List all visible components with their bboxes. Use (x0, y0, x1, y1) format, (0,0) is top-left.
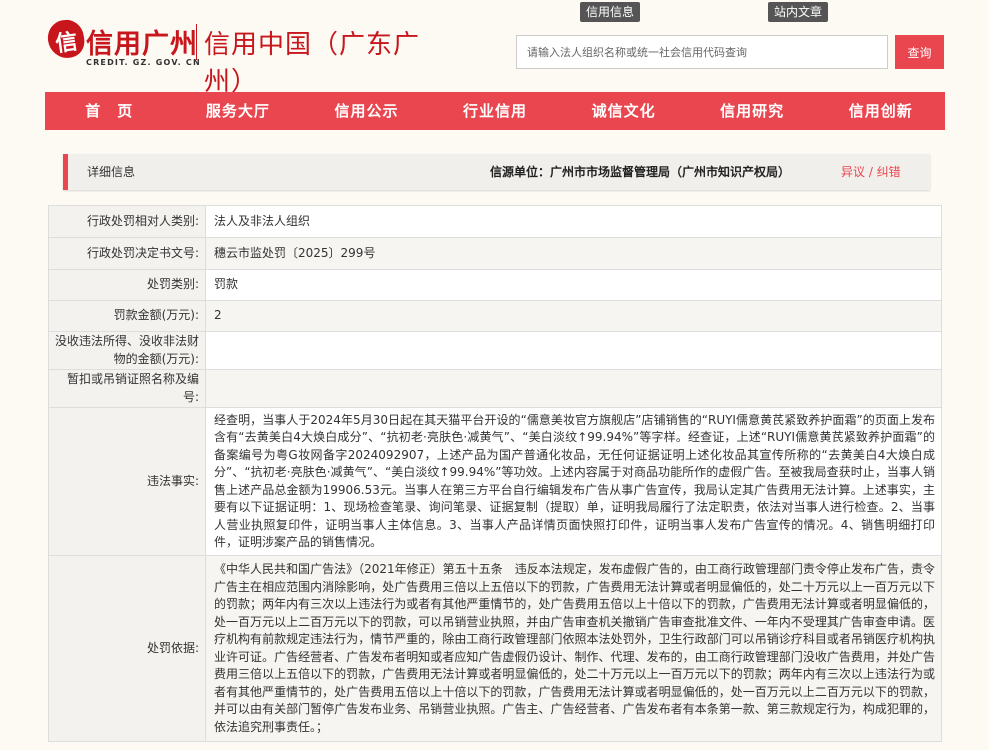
row-label: 违法事实: (48, 407, 206, 556)
table-row: 行政处罚决定书文号: 穗云市监处罚〔2025〕299号 (48, 237, 942, 270)
accent-stripe (63, 154, 68, 190)
row-label: 处罚类别: (48, 269, 206, 301)
search-box (516, 35, 888, 69)
site-header: 信 信用广州 信用中国（广东广州） CREDIT. GZ. GOV. CN 信用… (0, 0, 989, 97)
nav-item-credit-research[interactable]: 信用研究 (688, 92, 817, 130)
nav-item-home[interactable]: 首 页 (45, 92, 174, 130)
logo-domain: CREDIT. GZ. GOV. CN (86, 58, 201, 67)
logo-title: 信用广州 (86, 29, 198, 60)
row-label: 行政处罚相对人类别: (48, 205, 206, 238)
row-value: 经查明，当事人于2024年5月30日起在其天猫平台开设的“儒意美妆官方旗舰店”店… (205, 407, 942, 556)
row-value: 2 (205, 300, 942, 332)
nav-item-integrity-culture[interactable]: 诚信文化 (559, 92, 688, 130)
table-row: 行政处罚相对人类别: 法人及非法人组织 (48, 205, 942, 238)
row-label: 暂扣或吊销证照名称及编号: (48, 369, 206, 408)
row-value: 《中华人民共和国广告法》（2021年修正）第五十五条 违反本法规定，发布虚假广告… (205, 555, 942, 742)
tab-site-articles[interactable]: 站内文章 (768, 2, 829, 22)
row-value: 法人及非法人组织 (205, 205, 942, 238)
logo-emblem-icon: 信 (45, 17, 87, 61)
row-label: 没收违法所得、没收非法财物的金额(万元): (48, 331, 206, 370)
search-input[interactable] (517, 36, 887, 68)
tab-credit-info[interactable]: 信用信息 (580, 2, 641, 22)
nav-item-industry-credit[interactable]: 行业信用 (431, 92, 560, 130)
penalty-detail-table: 行政处罚相对人类别: 法人及非法人组织 行政处罚决定书文号: 穗云市监处罚〔20… (48, 205, 942, 742)
table-row: 处罚依据: 《中华人民共和国广告法》（2021年修正）第五十五条 违反本法规定，… (48, 555, 942, 742)
nav-item-service-hall[interactable]: 服务大厅 (174, 92, 303, 130)
source-unit: 信源单位：广州市市场监督管理局（广州市知识产权局） (490, 165, 791, 179)
logo-divider (196, 24, 197, 60)
row-value: 穗云市监处罚〔2025〕299号 (205, 237, 942, 270)
table-row: 暂扣或吊销证照名称及编号: (48, 369, 942, 408)
main-nav: 首 页 服务大厅 信用公示 行业信用 诚信文化 信用研究 信用创新 (45, 92, 945, 130)
detail-title: 详细信息 (87, 165, 136, 179)
row-value: 罚款 (205, 269, 942, 301)
table-row: 没收违法所得、没收非法财物的金额(万元): (48, 331, 942, 370)
logo-subtitle: 信用中国（广东广州） (204, 30, 421, 97)
site-logo[interactable]: 信 信用广州 信用中国（广东广州） CREDIT. GZ. GOV. CN (45, 17, 428, 97)
nav-item-credit-publicity[interactable]: 信用公示 (302, 92, 431, 130)
row-value (205, 369, 942, 408)
table-row: 处罚类别: 罚款 (48, 269, 942, 301)
row-label: 罚款金额(万元): (48, 300, 206, 332)
objection-link[interactable]: 异议 / 纠错 (841, 154, 901, 190)
detail-header-bar: 详细信息 信源单位：广州市市场监督管理局（广州市知识产权局） 异议 / 纠错 (63, 154, 930, 190)
row-value (205, 331, 942, 370)
nav-item-credit-innovation[interactable]: 信用创新 (816, 92, 945, 130)
table-row: 违法事实: 经查明，当事人于2024年5月30日起在其天猫平台开设的“儒意美妆官… (48, 407, 942, 556)
search-button[interactable]: 查询 (895, 35, 944, 69)
row-label: 行政处罚决定书文号: (48, 237, 206, 270)
table-row: 罚款金额(万元): 2 (48, 300, 942, 332)
row-label: 处罚依据: (48, 555, 206, 742)
